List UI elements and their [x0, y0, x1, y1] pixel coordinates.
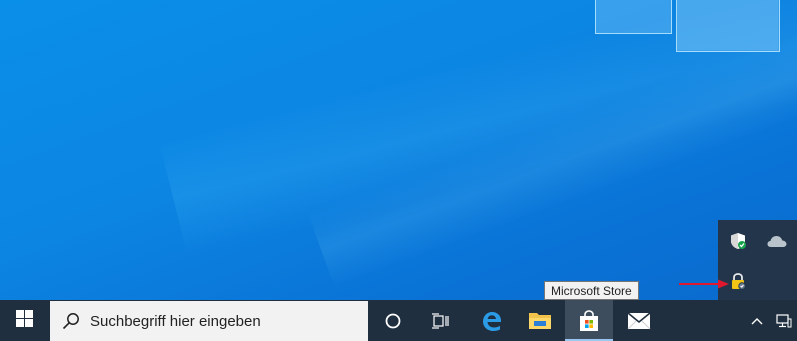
microsoft-store-icon [578, 309, 600, 332]
taskbar: Suchbegriff hier eingeben [0, 300, 797, 341]
wallpaper-logo-pane [676, 0, 778, 50]
search-placeholder: Suchbegriff hier eingeben [90, 312, 261, 330]
cortana-icon [385, 313, 401, 329]
task-view-button[interactable] [416, 300, 464, 341]
annotation-arrow [679, 279, 729, 289]
bitlocker-lock-icon[interactable] [727, 270, 749, 292]
windows-security-icon[interactable] [727, 230, 749, 252]
mail-button[interactable] [615, 300, 663, 341]
mail-icon [627, 311, 651, 330]
show-hidden-icons-button[interactable] [744, 300, 770, 341]
task-view-icon [431, 312, 449, 329]
network-icon [775, 313, 792, 329]
windows-logo-icon [15, 310, 33, 331]
file-explorer-icon [528, 311, 552, 331]
microsoft-store-button[interactable] [565, 300, 613, 341]
edge-icon [481, 310, 503, 332]
wallpaper-logo-pane [595, 0, 672, 34]
network-button[interactable] [770, 300, 797, 341]
search-box[interactable]: Suchbegriff hier eingeben [50, 301, 368, 341]
tooltip-microsoft-store: Microsoft Store [544, 281, 639, 300]
cortana-button[interactable] [369, 300, 417, 341]
search-icon [62, 312, 80, 330]
onedrive-icon[interactable] [766, 230, 788, 252]
desktop[interactable] [0, 0, 797, 300]
edge-button[interactable] [468, 300, 516, 341]
chevron-up-icon [751, 317, 763, 325]
file-explorer-button[interactable] [516, 300, 564, 341]
start-button[interactable] [0, 300, 48, 341]
